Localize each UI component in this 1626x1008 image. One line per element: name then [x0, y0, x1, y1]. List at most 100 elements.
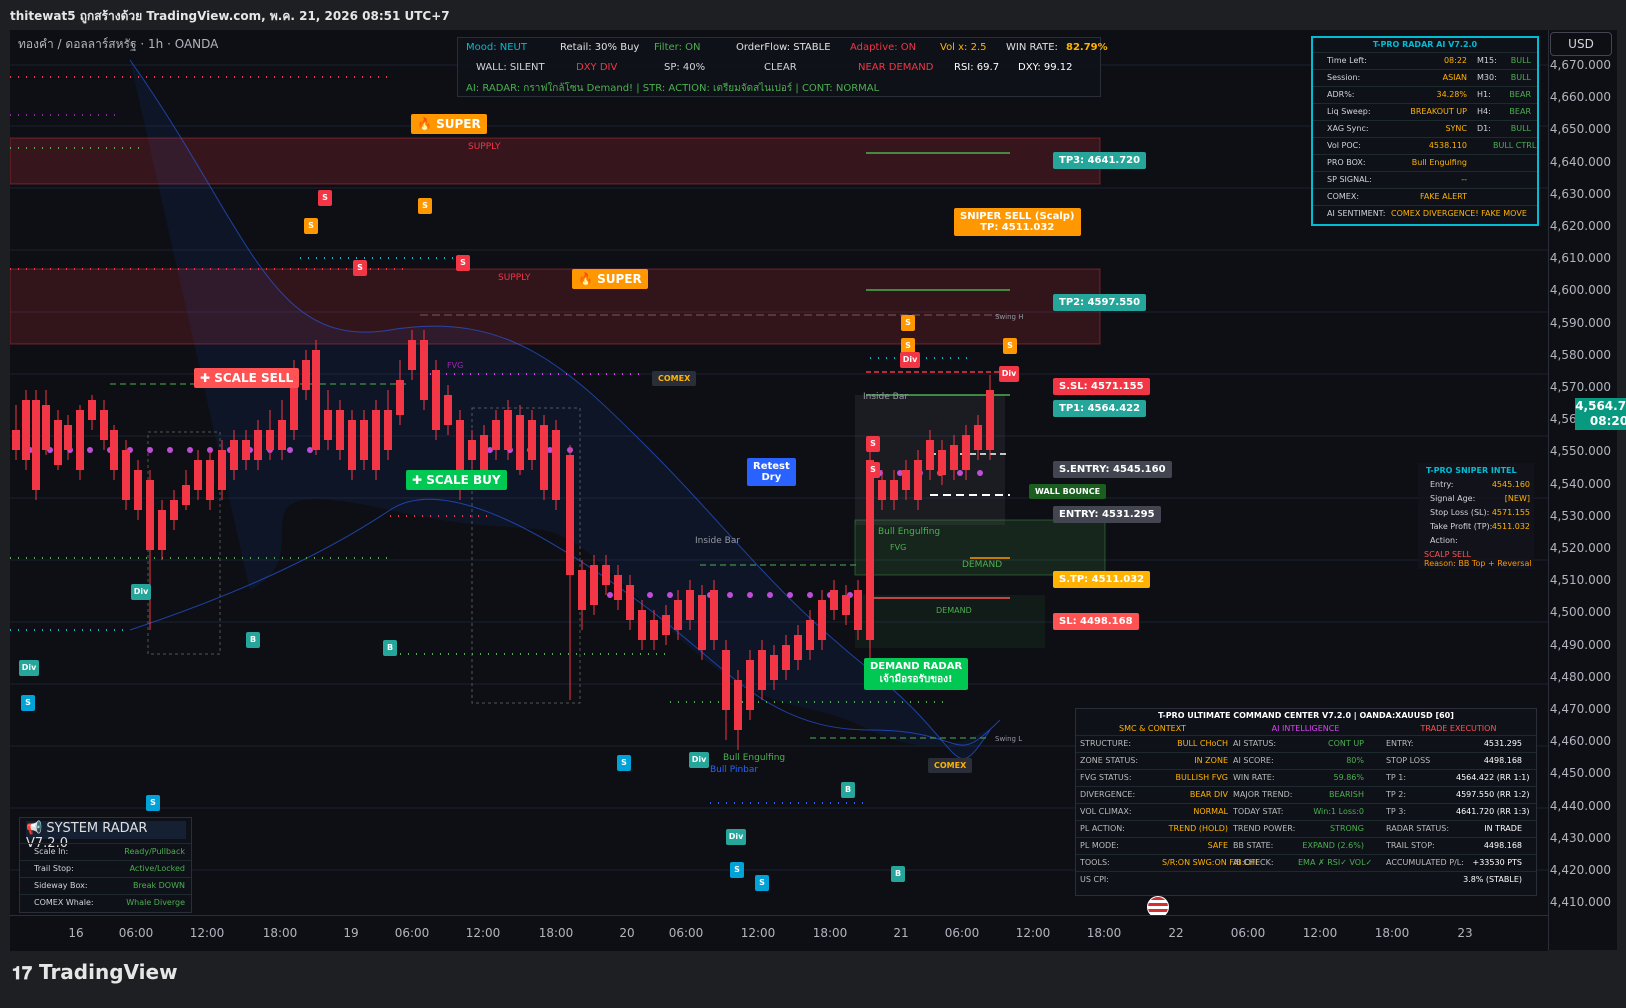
radar-signal: BULL: [1510, 73, 1531, 82]
candle-body: [242, 440, 250, 460]
sniper-reason: Reason: BB Top + Reversal: [1424, 559, 1532, 568]
price-axis-label: 4,570.000: [1549, 380, 1611, 394]
cc-cell: BEAR DIV: [1189, 790, 1228, 799]
radar-key: ADR%:: [1327, 90, 1355, 99]
candle-body: [122, 450, 130, 500]
demand-label-2: DEMAND: [936, 606, 972, 615]
symbol-label[interactable]: ทองคำ / ดอลลาร์สหรัฐ · 1h · OANDA: [18, 35, 218, 54]
tp1-label: TP1: 4564.422: [1053, 400, 1147, 417]
radar-row: AI SENTIMENT: COMEX DIVERGENCE! FAKE MOVE: [1313, 205, 1537, 222]
candle-body: [206, 460, 214, 500]
candle-body: [662, 615, 670, 635]
radar-row: ADR%: 34.28% H1: BEAR: [1313, 86, 1537, 103]
tradingview-logo: 𝟏𝟕 TradingView: [12, 960, 178, 984]
cc-cell: TP 1:: [1386, 773, 1407, 782]
cc-header-ai: AI INTELLIGENCE: [1271, 724, 1340, 733]
candle-body: [914, 460, 922, 500]
candle-body: [146, 480, 154, 550]
system-value: Ready/Pullback: [124, 847, 185, 856]
cc-cell: IN TRADE: [1484, 824, 1522, 833]
time-axis[interactable]: 16 06:00 12:00 18:00 19 06:00 12:00 18:00 20 06:0…: [10, 915, 1548, 951]
signal-s-orange: S: [901, 315, 915, 331]
time-axis-label: 06:00: [668, 926, 704, 940]
price-axis-label: 4,510.000: [1549, 573, 1611, 588]
radar-key: Vol POC:: [1327, 141, 1361, 150]
candle-body: [22, 400, 30, 460]
candle-body: [492, 420, 500, 450]
div-marker: Div: [689, 752, 709, 768]
candle-body: [878, 480, 886, 500]
rsi-cell: RSI: 69.7: [954, 62, 1000, 73]
time-axis-label: 18:00: [1086, 926, 1122, 940]
radar-tf: D1:: [1477, 124, 1491, 133]
cc-cell: IN ZONE: [1194, 756, 1228, 765]
radar-signal: BEAR: [1509, 90, 1531, 99]
candle-body: [818, 600, 826, 640]
div-marker: Div: [131, 584, 151, 600]
cc-cell: VOL CLIMAX:: [1080, 807, 1132, 816]
cc-cell: BULL CHoCH: [1177, 739, 1228, 748]
system-key: Sideway Box:: [34, 881, 88, 890]
signal-s-blue: S: [21, 695, 35, 711]
time-axis-label: 18:00: [812, 926, 848, 940]
radar-value: COMEX DIVERGENCE! FAKE MOVE: [1391, 209, 1527, 218]
candle-body: [830, 590, 838, 610]
winrate-cell: WIN RATE:: [1006, 42, 1058, 53]
candle-body: [88, 400, 96, 420]
mood-cell: Mood: NEUT: [466, 42, 527, 53]
vol-cell: Vol x: 2.5: [940, 42, 987, 53]
candle-body: [158, 510, 166, 550]
radar-signal: BULL CTRL: [1493, 141, 1537, 150]
system-key: COMEX Whale:: [34, 898, 94, 907]
signal-s-orange: S: [304, 218, 318, 234]
signal-s-orange: S: [418, 198, 432, 214]
div-marker: Div: [726, 829, 746, 845]
signal-s-red: S: [866, 436, 880, 452]
candle-body: [938, 450, 946, 475]
bull-engulfing-label-2: Bull Engulfing: [723, 753, 785, 763]
dxy-cell: DXY: 99.12: [1018, 62, 1073, 73]
candle-body: [890, 480, 898, 500]
candle-body: [698, 595, 706, 650]
time-axis-label: 18:00: [262, 926, 298, 940]
candle-body: [926, 440, 934, 470]
time-axis-label: 06:00: [394, 926, 430, 940]
time-axis-label: 12:00: [189, 926, 225, 940]
price-axis[interactable]: 4,670.000 4,660.000 4,650.000 4,640.000 4,63…: [1548, 30, 1617, 950]
candle-body: [64, 425, 72, 450]
candle-body: [602, 565, 610, 585]
price-axis-label: 4,620.000: [1549, 219, 1611, 233]
candle-body: [578, 570, 586, 610]
cc-cell: US CPI:: [1080, 875, 1109, 884]
candle-body: [528, 420, 536, 460]
radar-value: --: [1461, 175, 1467, 184]
winrate-value: 82.79%: [1066, 42, 1108, 53]
cc-cell: AI SCORE:: [1233, 756, 1274, 765]
div-marker: Div: [19, 660, 39, 676]
radar-table: T-PRO RADAR AI V7.2.0 Time Left: 08:22 M15…: [1311, 36, 1539, 226]
command-center-row: TOOLS: S/R:ON SWG:ON FIB:OFF AI CHECK: EMA …: [1076, 854, 1536, 871]
candle-body: [432, 370, 440, 430]
radar-tf: H4:: [1477, 107, 1491, 116]
supply-label-2: SUPPLY: [498, 273, 531, 283]
cc-cell: TOOLS:: [1080, 858, 1110, 867]
demand-label-1: DEMAND: [962, 560, 1002, 570]
candle-body: [348, 420, 356, 470]
currency-selector[interactable]: USD: [1550, 32, 1612, 56]
cc-cell: ACCUMULATED P/L:: [1386, 858, 1464, 867]
sp-cell: SP: 40%: [664, 62, 706, 73]
candle-body: [254, 430, 262, 460]
candle-body: [950, 445, 958, 470]
tp3-label: TP3: 4641.720: [1053, 152, 1147, 169]
command-center-row: DIVERGENCE: BEAR DIV MAJOR TREND: BEARISH TP…: [1076, 786, 1536, 803]
candle-body: [134, 470, 142, 510]
time-axis-label: 21: [893, 926, 909, 940]
retest-dry-label: Retest Dry: [747, 458, 796, 486]
ai-radar-cell: AI: RADAR: กราฟใกล้โซน Demand! | STR: AC…: [466, 83, 880, 94]
demand-zone-lower: [855, 595, 1045, 648]
radar-value: FAKE ALERT: [1419, 192, 1467, 201]
command-center-row: VOL CLIMAX: NORMAL TODAY STAT: Win:1 Loss:0…: [1076, 803, 1536, 820]
candle-body: [110, 430, 118, 470]
radar-tf: H1:: [1477, 90, 1491, 99]
signal-s-red: S: [318, 190, 332, 206]
